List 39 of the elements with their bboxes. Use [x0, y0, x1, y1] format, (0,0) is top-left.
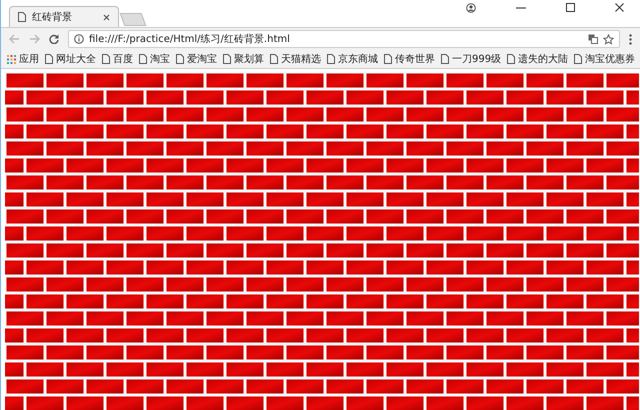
- star-icon[interactable]: [603, 34, 614, 44]
- browser-tab[interactable]: 红砖背景: [9, 6, 119, 27]
- menu-icon[interactable]: [629, 34, 632, 44]
- bookmark[interactable]: 淘宝: [139, 52, 170, 66]
- page-icon: [574, 54, 582, 64]
- page-icon: [441, 54, 449, 64]
- bookmark[interactable]: 遗失的大陆: [507, 52, 568, 66]
- bookmark[interactable]: 网址大全: [45, 52, 96, 66]
- bookmark[interactable]: 百度: [102, 52, 133, 66]
- page-icon: [223, 54, 231, 64]
- minimize-icon[interactable]: [516, 6, 526, 8]
- bookmark[interactable]: 爱淘宝: [176, 52, 217, 66]
- translate-icon[interactable]: [588, 34, 598, 44]
- close-icon[interactable]: [615, 3, 624, 12]
- tab-title: 红砖背景: [32, 10, 73, 24]
- close-icon[interactable]: [103, 14, 110, 20]
- page-icon: [384, 54, 392, 64]
- maximize-icon[interactable]: [566, 3, 575, 12]
- page-icon: [102, 54, 110, 64]
- bookmark[interactable]: 聚划算: [223, 52, 264, 66]
- bookmark[interactable]: 淘宝优惠券: [574, 52, 636, 66]
- bookmark[interactable]: 应用: [7, 52, 39, 66]
- page-icon: [327, 54, 335, 64]
- reload-icon[interactable]: [49, 34, 59, 44]
- page-icon: [270, 54, 278, 64]
- info-icon: [74, 34, 84, 44]
- bookmark[interactable]: 京东商城: [327, 52, 378, 66]
- page-icon: [18, 12, 26, 22]
- bookmark[interactable]: 一刀999级: [441, 52, 502, 66]
- profile-icon[interactable]: [466, 2, 476, 12]
- page-icon: [507, 54, 516, 64]
- page-icon: [139, 54, 147, 64]
- page-icon: [45, 54, 53, 64]
- apps-grid-icon: [7, 54, 16, 64]
- bookmark[interactable]: 天猫精选: [270, 52, 321, 66]
- page-icon: [176, 54, 184, 64]
- bookmark[interactable]: 传奇世界: [384, 52, 435, 66]
- address-bar[interactable]: file:///F:/practice/Html/练习/红砖背景.html: [68, 30, 620, 48]
- url-text: file:///F:/practice/Html/练习/红砖背景.html: [89, 32, 291, 46]
